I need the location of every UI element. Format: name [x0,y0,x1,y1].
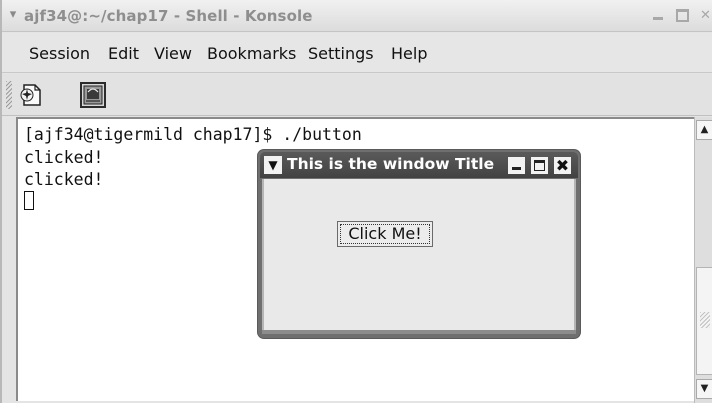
dialog-maximize-icon[interactable] [531,157,548,174]
konsole-titlebar[interactable]: ▾ ajf34@:~/chap17 - Shell - Konsole ✕ [2,0,712,32]
minimize-icon[interactable] [652,9,665,22]
terminal-line: clicked! [24,148,104,167]
terminal-line: [ajf34@tigermild chap17]$ ./button [24,125,362,144]
menu-session[interactable]: Session [29,44,90,63]
dialog-minimize-icon[interactable] [508,157,525,174]
dialog-bottom-border [262,330,576,334]
toolbar-grip[interactable] [6,81,12,109]
scroll-down-icon[interactable]: ▼ [696,379,712,399]
dialog-menu-icon[interactable]: ▼ [264,156,282,174]
terminal-cursor [24,191,34,210]
button-window: ▼ This is the window Title ✖ Click Me! [258,150,580,338]
dialog-title: This is the window Title [287,155,495,173]
new-session-icon[interactable] [17,82,43,108]
dialog-body: Click Me! [262,179,576,332]
scrollbar-thumb[interactable] [696,267,712,375]
click-me-button[interactable]: Click Me! [337,221,433,247]
maximize-icon[interactable] [676,9,689,22]
konsole-icon[interactable] [80,82,106,108]
menu-settings[interactable]: Settings [308,44,374,63]
dialog-titlebar[interactable]: ▼ This is the window Title ✖ [260,152,578,178]
menu-bar: Session Edit View Bookmarks Settings Hel… [2,33,712,73]
menu-edit[interactable]: Edit [108,44,139,63]
close-icon[interactable]: ✕ [700,9,712,22]
konsole-window: ▾ ajf34@:~/chap17 - Shell - Konsole ✕ Se… [0,0,712,403]
scroll-up-icon[interactable]: ▲ [696,120,712,140]
window-title: ajf34@:~/chap17 - Shell - Konsole [24,7,313,25]
vertical-scrollbar[interactable]: ▲ ▼ [694,117,712,403]
dialog-close-icon[interactable]: ✖ [554,157,571,174]
toolbar [2,74,712,116]
menu-view[interactable]: View [154,44,192,63]
menu-help[interactable]: Help [391,44,427,63]
menu-bookmarks[interactable]: Bookmarks [207,44,296,63]
terminal-line: clicked! [24,170,104,189]
window-menu-icon[interactable]: ▾ [5,7,21,23]
